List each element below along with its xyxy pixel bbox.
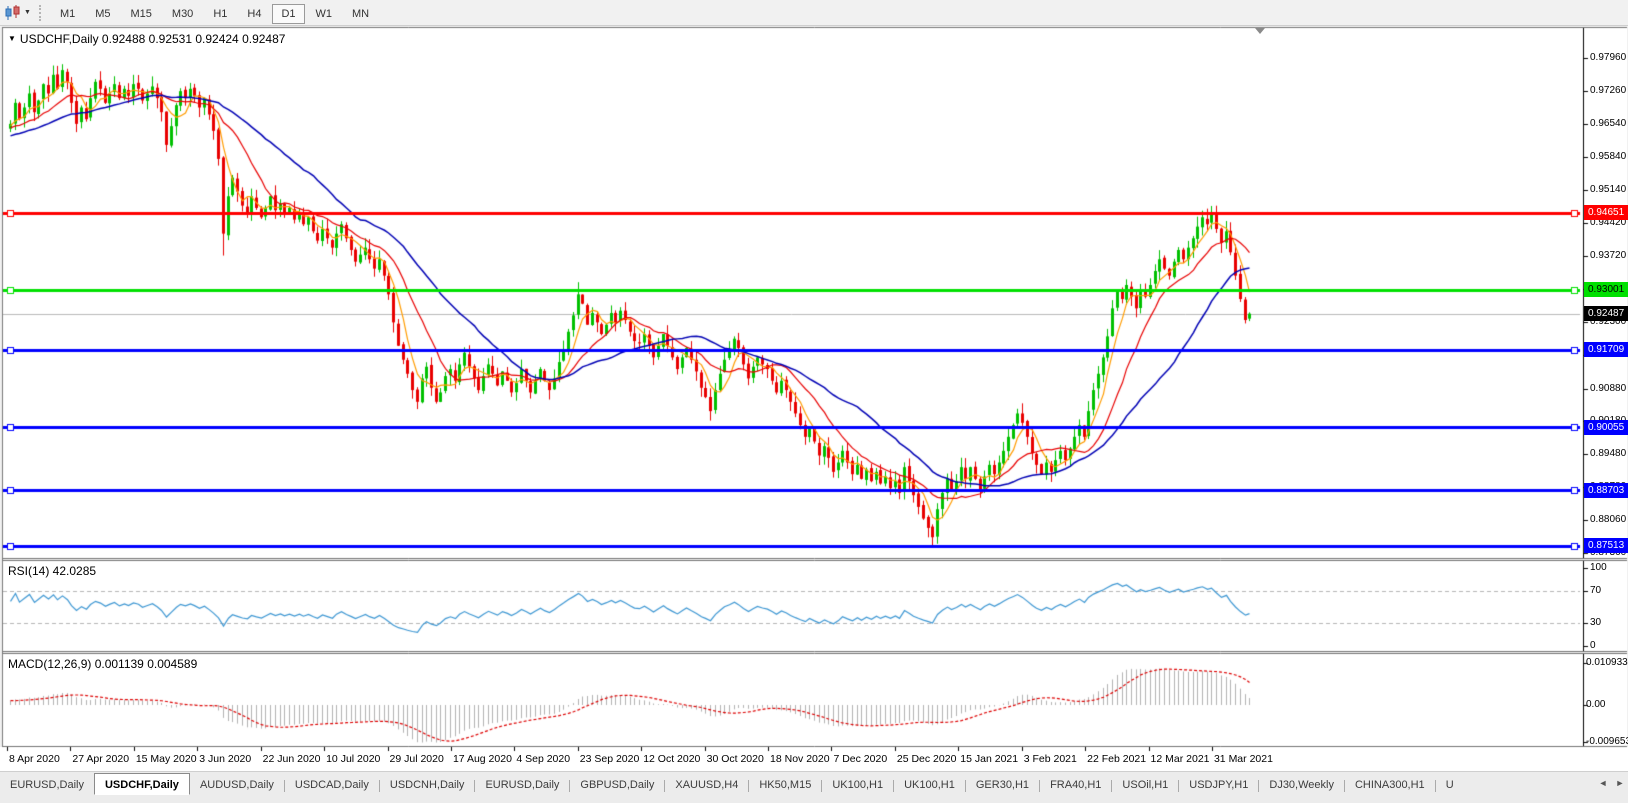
macd-axis[interactable] <box>1584 654 1628 746</box>
chart-shift-marker[interactable] <box>1255 28 1265 34</box>
rsi-axis[interactable] <box>1584 561 1628 651</box>
mt4-terminal-window: ▼ M1M5M15M30H1H4D1W1MN ▼USDCHF,Daily 0.9… <box>0 0 1628 803</box>
price-chart-canvas[interactable] <box>0 0 1628 803</box>
price-axis[interactable] <box>1584 28 1628 558</box>
